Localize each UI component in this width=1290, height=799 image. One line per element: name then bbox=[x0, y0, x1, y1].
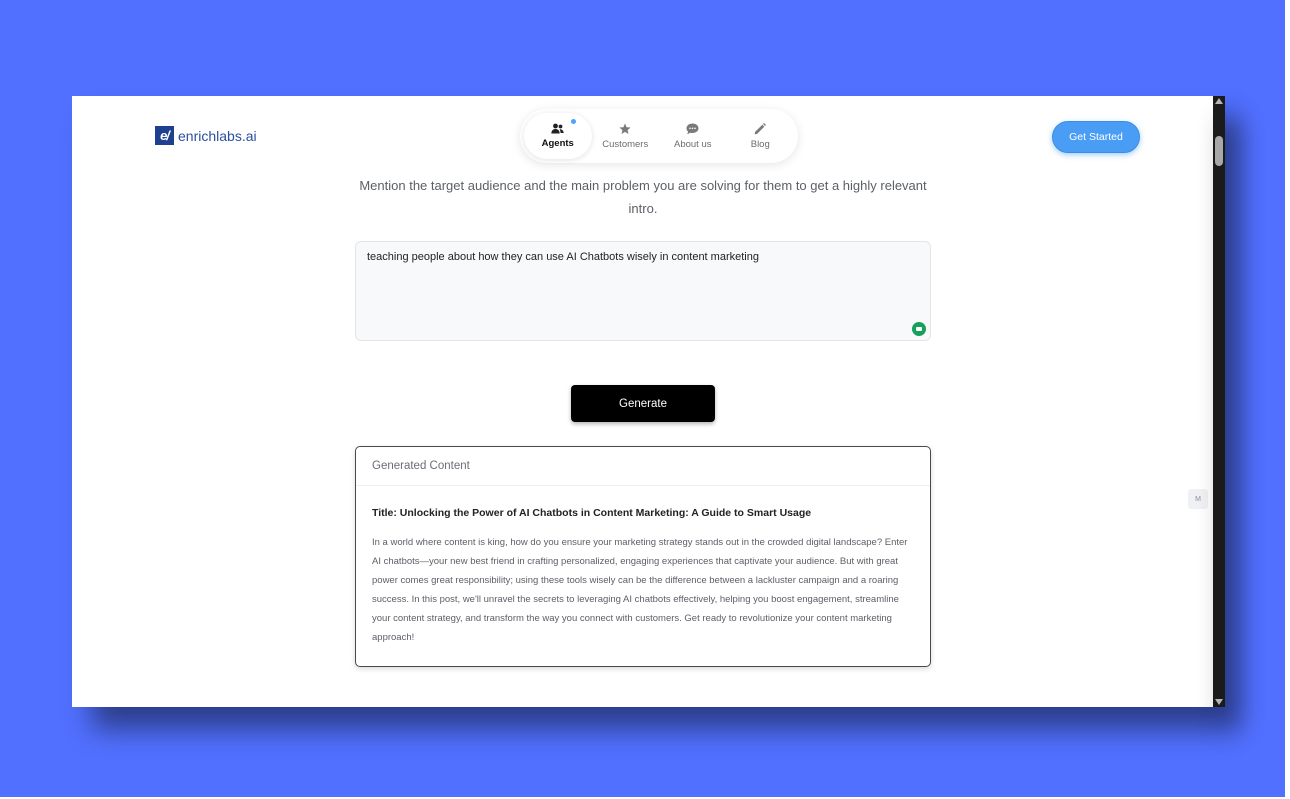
generated-content-panel: Generated Content Title: Unlocking the P… bbox=[355, 446, 931, 667]
grammarly-icon[interactable] bbox=[912, 322, 926, 336]
generated-body: In a world where content is king, how do… bbox=[372, 537, 908, 643]
scrollbar[interactable] bbox=[1213, 96, 1225, 707]
generate-button[interactable]: Generate bbox=[571, 385, 715, 422]
scroll-up-icon[interactable] bbox=[1215, 98, 1223, 104]
instruction-text: Mention the target audience and the main… bbox=[359, 178, 927, 216]
nav-item-about[interactable]: About us bbox=[659, 113, 727, 159]
pencil-icon bbox=[754, 122, 767, 134]
logo-text: enrichlabs.ai bbox=[178, 127, 257, 144]
users-icon bbox=[551, 123, 564, 134]
scroll-thumb[interactable] bbox=[1215, 136, 1223, 166]
nav-label-agents: Agents bbox=[541, 138, 574, 149]
nav-label-customers: Customers bbox=[602, 138, 649, 150]
nav-label-blog: Blog bbox=[750, 138, 770, 150]
generated-title: Title: Unlocking the Power of AI Chatbot… bbox=[372, 507, 812, 519]
main-nav: Agents Customers About us Blog bbox=[520, 109, 798, 163]
scroll-down-icon[interactable] bbox=[1215, 699, 1223, 705]
generated-content-header: Generated Content bbox=[356, 447, 930, 486]
side-widget-icon[interactable]: M bbox=[1188, 489, 1208, 509]
nav-item-customers[interactable]: Customers bbox=[592, 113, 660, 159]
nav-label-about: About us bbox=[674, 138, 712, 150]
topic-textarea[interactable]: teaching people about how they can use A… bbox=[355, 241, 931, 341]
textarea-value: teaching people about how they can use A… bbox=[367, 251, 759, 263]
chat-bubble-icon bbox=[686, 123, 699, 134]
nav-item-blog[interactable]: Blog bbox=[727, 113, 795, 159]
get-started-button[interactable]: Get Started bbox=[1052, 121, 1140, 153]
nav-item-agents[interactable]: Agents bbox=[524, 113, 592, 159]
logo-mark: e/ bbox=[155, 126, 174, 145]
browser-viewport: e/ enrichlabs.ai Agents Customers About … bbox=[72, 96, 1213, 707]
notification-dot bbox=[570, 119, 576, 124]
logo[interactable]: e/ enrichlabs.ai bbox=[155, 126, 257, 145]
star-icon bbox=[619, 123, 631, 134]
